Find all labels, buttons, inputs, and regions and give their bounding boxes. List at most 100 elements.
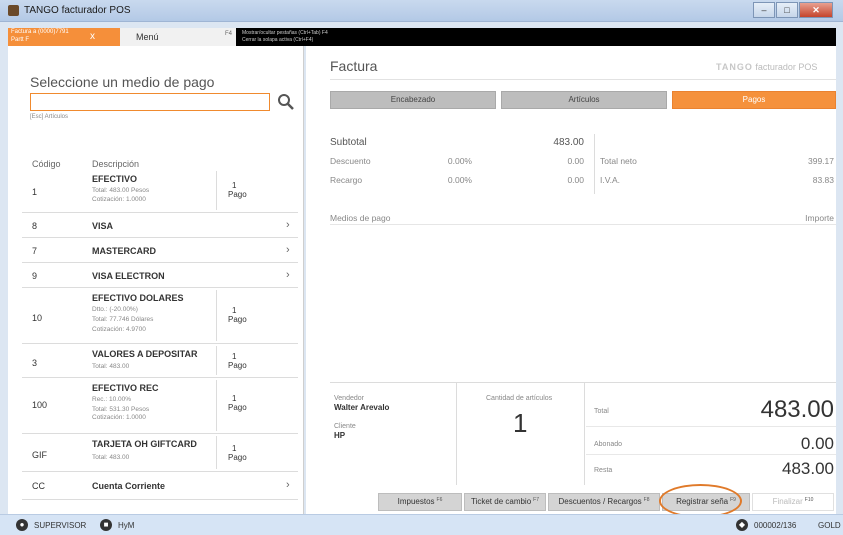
payment-detail: Total: 531.30 Pesos: [92, 406, 150, 413]
payment-count-label: Pago: [228, 190, 247, 199]
total-label: Total: [594, 408, 609, 415]
invoice-panel: Factura TANGO facturador POS Encabezado …: [306, 46, 836, 518]
vendedor-label: Vendedor: [334, 395, 364, 402]
divider: [216, 171, 217, 210]
shortcut-key: F8: [643, 497, 650, 503]
column-header-code: Código: [32, 159, 61, 169]
ticket-de-cambio-button[interactable]: Ticket de cambio F7: [464, 493, 546, 511]
abonado-label: Abonado: [594, 441, 623, 448]
payment-detail: Rec.: 10.00%: [92, 396, 132, 403]
payment-code: 1: [32, 187, 38, 197]
cliente-label: Cliente: [334, 423, 356, 430]
payment-code: 100: [32, 400, 48, 410]
maximize-button[interactable]: □: [776, 2, 798, 18]
window-controls: – □ ✕: [753, 2, 833, 18]
total-neto-label: Total neto: [600, 156, 637, 166]
payment-method-heading: Seleccione un medio de pago: [30, 74, 215, 90]
impuestos-button[interactable]: Impuestos F6: [378, 493, 462, 511]
divider: [456, 382, 457, 485]
company-icon: ■: [100, 519, 112, 531]
tab-factura[interactable]: Factura a (0000)7791 Partt F x: [8, 28, 120, 46]
close-tab-icon[interactable]: x: [90, 31, 95, 42]
divider: [330, 79, 836, 80]
tab-strip: Factura a (0000)7791 Partt F x Menú F4 M…: [8, 28, 836, 46]
status-counter: 000002/136: [754, 521, 797, 530]
tab-menu[interactable]: Menú F4: [120, 28, 236, 46]
brand-logo-mark: TANGO: [716, 62, 753, 72]
iva-value: 83.83: [812, 175, 834, 185]
resta-value: 483.00: [782, 459, 834, 478]
title-bar: TANGO facturador POS – □ ✕: [0, 0, 843, 22]
tab-encabezado[interactable]: Encabezado: [330, 91, 496, 109]
payment-row-valores-a-depositar[interactable]: 3 VALORES A DEPOSITAR Total: 483.00 1 Pa…: [22, 344, 298, 378]
shortcut-key: F6: [436, 497, 443, 503]
payment-count-label: Pago: [228, 315, 247, 324]
chevron-right-icon: ›: [286, 479, 290, 491]
payment-row-efectivo[interactable]: 1 EFECTIVO Total: 483.00 Pesos Cotizació…: [22, 169, 298, 213]
payment-detail: Cotización: 1.0000: [92, 196, 146, 203]
window-title: TANGO facturador POS: [24, 5, 131, 16]
column-header-description: Descripción: [92, 159, 140, 169]
brand-logo-text: facturador POS: [755, 62, 818, 72]
payment-name: MASTERCARD: [92, 246, 156, 256]
item-count-value: 1: [513, 408, 528, 438]
payment-row-cuenta-corriente[interactable]: CC Cuenta Corriente ›: [22, 472, 298, 500]
payment-code: 8: [32, 221, 38, 231]
close-button[interactable]: ✕: [799, 2, 833, 18]
payment-code: CC: [32, 481, 45, 491]
chevron-right-icon: ›: [286, 219, 290, 231]
divider: [584, 382, 585, 485]
status-company: HyM: [118, 521, 135, 530]
payment-name: VALORES A DEPOSITAR: [92, 349, 198, 359]
finalizar-button[interactable]: Finalizar F10: [752, 493, 834, 511]
ticket-de-cambio-button-label: Ticket de cambio: [470, 497, 532, 506]
highlight-circle: [659, 484, 742, 518]
payment-name: EFECTIVO REC: [92, 383, 159, 393]
impuestos-button-label: Impuestos: [397, 497, 435, 506]
payment-row-mastercard[interactable]: 7 MASTERCARD ›: [22, 238, 298, 263]
payment-detail: Total: 483.00 Pesos: [92, 187, 150, 194]
subtotal-label: Subtotal: [330, 137, 367, 148]
descuentos-recargos-button[interactable]: Descuentos / Recargos F8: [548, 493, 660, 511]
search-input[interactable]: [31, 94, 269, 110]
payment-name: VISA: [92, 221, 114, 231]
descuento-percent: 0.00%: [447, 156, 472, 166]
tab-factura-title: Factura a (0000)7791: [11, 29, 69, 35]
finalizar-button-label: Finalizar: [772, 497, 803, 506]
payment-row-tarjeta-oh-giftcard[interactable]: GIF TARJETA OH GIFTCARD Total: 483.00 1 …: [22, 434, 298, 472]
descuentos-recargos-button-label: Descuentos / Recargos: [558, 497, 642, 506]
tab-menu-shortcut: F4: [224, 31, 232, 37]
payment-count-label: Pago: [228, 361, 247, 370]
payment-count: 1: [232, 181, 237, 190]
divider: [216, 346, 217, 375]
payment-methods-label: Medios de pago: [330, 213, 391, 223]
payment-count: 1: [232, 352, 237, 361]
tab-pagos[interactable]: Pagos: [672, 91, 836, 109]
tab-hint-close: Cerrar la solapa activa (Ctrl+F4): [242, 37, 314, 43]
descuento-value: 0.00: [567, 156, 584, 166]
brand-logo: TANGO facturador POS: [716, 62, 817, 72]
payment-code: GIF: [32, 450, 47, 460]
divider: [330, 224, 836, 225]
payment-row-visa-electron[interactable]: 9 VISA ELECTRON ›: [22, 263, 298, 288]
tab-factura-subtitle: Partt F: [11, 37, 30, 43]
app-icon: [8, 5, 19, 16]
minimize-button[interactable]: –: [753, 2, 775, 18]
search-icon[interactable]: [276, 92, 296, 112]
divider: [216, 290, 217, 341]
status-edition: GOLD: [818, 521, 841, 530]
payment-count: 1: [232, 444, 237, 453]
payment-row-efectivo-dolares[interactable]: 10 EFECTIVO DOLARES Dtto.: (-20.00%) Tot…: [22, 288, 298, 344]
terminal-icon: ◆: [736, 519, 748, 531]
payment-count-label: Pago: [228, 403, 247, 412]
payment-row-efectivo-rec[interactable]: 100 EFECTIVO REC Rec.: 10.00% Total: 531…: [22, 378, 298, 434]
divider: [216, 380, 217, 431]
status-bar: ● SUPERVISOR ■ HyM ◆ 000002/136 GOLD: [0, 514, 843, 535]
divider: [586, 426, 836, 427]
search-field[interactable]: [30, 93, 270, 111]
payment-detail: Total: 483.00: [92, 363, 130, 370]
recargo-percent: 0.00%: [447, 175, 472, 185]
payment-row-visa[interactable]: 8 VISA ›: [22, 213, 298, 238]
tab-articulos[interactable]: Artículos: [501, 91, 667, 109]
subtotal-value: 483.00: [553, 137, 584, 148]
